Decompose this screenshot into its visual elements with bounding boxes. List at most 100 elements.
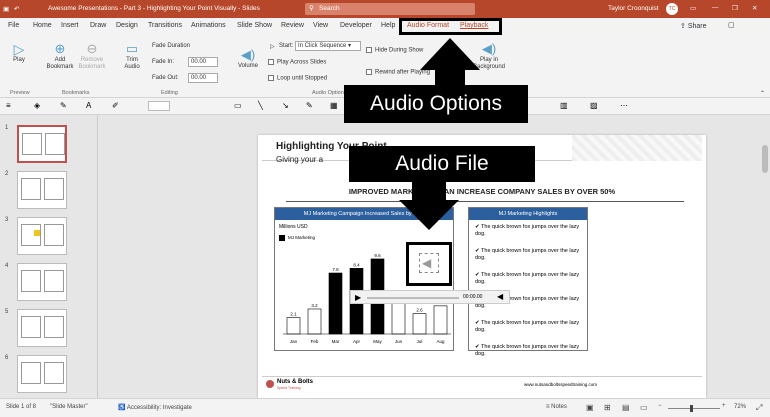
undo-icon[interactable]: ↶: [14, 5, 19, 13]
table-icon[interactable]: ▦: [330, 101, 338, 110]
category-label: Mar: [332, 339, 340, 344]
category-label: Apr: [353, 339, 361, 344]
player-time: 00:00.00: [463, 294, 483, 300]
slide-thumbnail-4[interactable]: [17, 263, 67, 301]
tab-transitions[interactable]: Transitions: [148, 22, 182, 29]
tab-animations[interactable]: Animations: [191, 22, 226, 29]
font-size-input[interactable]: [148, 101, 170, 111]
add-bookmark-button[interactable]: ⊕ Add Bookmark: [44, 41, 76, 71]
trim-icon: ▭: [125, 41, 139, 56]
align-icon[interactable]: ≡: [6, 101, 11, 110]
pen-icon[interactable]: ✎: [306, 101, 313, 110]
fill-icon[interactable]: ◈: [34, 101, 40, 110]
fade-out-label: Fade Out:: [152, 75, 179, 81]
zoom-level[interactable]: 72%: [734, 404, 746, 410]
restore-icon[interactable]: ❐: [732, 4, 738, 12]
save-icon[interactable]: ▣: [3, 5, 9, 13]
play-across-checkbox[interactable]: Play Across Slides: [268, 59, 326, 66]
user-name[interactable]: Taylor Croonquist: [608, 5, 659, 12]
remove-bookmark-button[interactable]: ⊖ Remove Bookmark: [76, 41, 108, 71]
slide-thumbnail-5[interactable]: [17, 309, 67, 347]
data-label: 8.4: [353, 262, 360, 267]
fade-out-input[interactable]: 00.00: [188, 73, 218, 83]
tab-draw[interactable]: Draw: [90, 22, 106, 29]
chart-icon[interactable]: ▥: [560, 101, 568, 110]
zoom-out-icon[interactable]: −: [658, 403, 662, 409]
start-dropdown[interactable]: In Click Sequence ▾: [295, 41, 361, 51]
thumb-number: 3: [5, 217, 9, 223]
tab-review[interactable]: Review: [281, 22, 304, 29]
accessibility-status[interactable]: ♿ Accessibility: Investigate: [118, 404, 192, 411]
audio-file-arrow-stem: [412, 182, 446, 200]
tab-design[interactable]: Design: [116, 22, 138, 29]
tab-view[interactable]: View: [313, 22, 328, 29]
share-button[interactable]: ⇪ Share: [680, 22, 707, 30]
category-label: Jun: [395, 339, 403, 344]
audio-player[interactable]: ▶ 00:00.00 ◀: [350, 290, 510, 304]
fade-in-input[interactable]: 00.00: [188, 57, 218, 67]
speaker-icon: ◀): [240, 47, 256, 62]
play-icon: ▷: [13, 41, 25, 57]
scroll-thumb[interactable]: [762, 145, 768, 173]
zoom-in-icon[interactable]: +: [722, 403, 726, 409]
outline-icon[interactable]: ✎: [60, 101, 67, 110]
slide-thumbnails: 1 2 3 4 5 6: [0, 115, 88, 398]
volume-button[interactable]: ◀) Volume: [236, 47, 260, 70]
player-volume-icon[interactable]: ◀: [497, 292, 503, 301]
slide-thumbnail-1[interactable]: [17, 125, 67, 163]
avatar[interactable]: TC: [666, 3, 678, 15]
play-button[interactable]: ▷ Play: [8, 41, 30, 64]
tab-home[interactable]: Home: [33, 22, 52, 29]
notes-button[interactable]: ≡ Notes: [546, 404, 567, 410]
line-icon[interactable]: ╲: [258, 101, 263, 110]
comments-icon[interactable]: ▢: [728, 21, 735, 29]
font-color-icon[interactable]: A: [86, 101, 91, 110]
fit-slide-icon[interactable]: ⤢: [756, 403, 762, 413]
bullet-item: ✔ The quick brown fox jumps over the laz…: [475, 248, 580, 261]
slide-thumbnail-2[interactable]: [17, 171, 67, 209]
progress-track[interactable]: [367, 297, 459, 299]
hide-during-checkbox[interactable]: Hide During Show: [366, 47, 423, 54]
minimize-icon[interactable]: —: [712, 4, 719, 11]
slide-headline: IMPROVED MARKETING CAN INCREASE COMPANY …: [348, 187, 616, 196]
ribbon-display-icon[interactable]: ▭: [690, 4, 696, 12]
bar-jan: [286, 317, 301, 335]
zoom-slider[interactable]: [668, 408, 720, 409]
more-icon[interactable]: ⋯: [620, 101, 628, 110]
tab-slide-show[interactable]: Slide Show: [237, 22, 272, 29]
start-value: In Click Sequence: [298, 43, 347, 49]
player-play-icon[interactable]: ▶: [355, 293, 361, 302]
slide-thumbnail-3[interactable]: [17, 217, 67, 255]
rectangle-icon[interactable]: ▭: [234, 101, 242, 110]
audio-file-callout: Audio File: [349, 146, 535, 182]
vertical-scrollbar[interactable]: [760, 115, 770, 398]
bar-mar: [328, 272, 343, 335]
collapse-ribbon-icon[interactable]: ⌃: [760, 90, 765, 97]
slide-thumbnail-6[interactable]: [17, 355, 67, 393]
audio-options-callout: Audio Options: [344, 85, 528, 123]
zoom-thumb[interactable]: [690, 405, 693, 412]
reading-view-icon[interactable]: ▤: [622, 403, 630, 412]
search-placeholder: Search: [319, 5, 340, 12]
highlight-icon[interactable]: ✐: [112, 101, 119, 110]
picture-icon[interactable]: ▨: [590, 101, 598, 110]
search-box[interactable]: ⚲ Search: [305, 3, 475, 15]
thumb-number: 2: [5, 171, 9, 177]
loop-checkbox[interactable]: Loop until Stopped: [268, 75, 327, 82]
group-bookmarks-label: Bookmarks: [62, 90, 90, 96]
tab-help[interactable]: Help: [381, 22, 395, 29]
audio-options-arrow: [420, 38, 480, 70]
close-icon[interactable]: ✕: [752, 4, 757, 12]
slideshow-icon[interactable]: ▭: [640, 403, 648, 412]
audio-file-icon[interactable]: ◀: [406, 242, 452, 286]
tab-insert[interactable]: Insert: [61, 22, 79, 29]
tab-file[interactable]: File: [8, 22, 19, 29]
trim-audio-button[interactable]: ▭ Trim Audio: [119, 41, 145, 71]
search-icon: ⚲: [309, 5, 314, 12]
audio-tabs-highlight: [399, 18, 502, 35]
slide-subtitle: Giving your a: [276, 155, 324, 164]
arrow-icon[interactable]: ↘: [282, 101, 289, 110]
slide-sorter-icon[interactable]: ⊞: [604, 403, 611, 412]
tab-developer[interactable]: Developer: [340, 22, 372, 29]
normal-view-icon[interactable]: ▣: [586, 403, 594, 412]
